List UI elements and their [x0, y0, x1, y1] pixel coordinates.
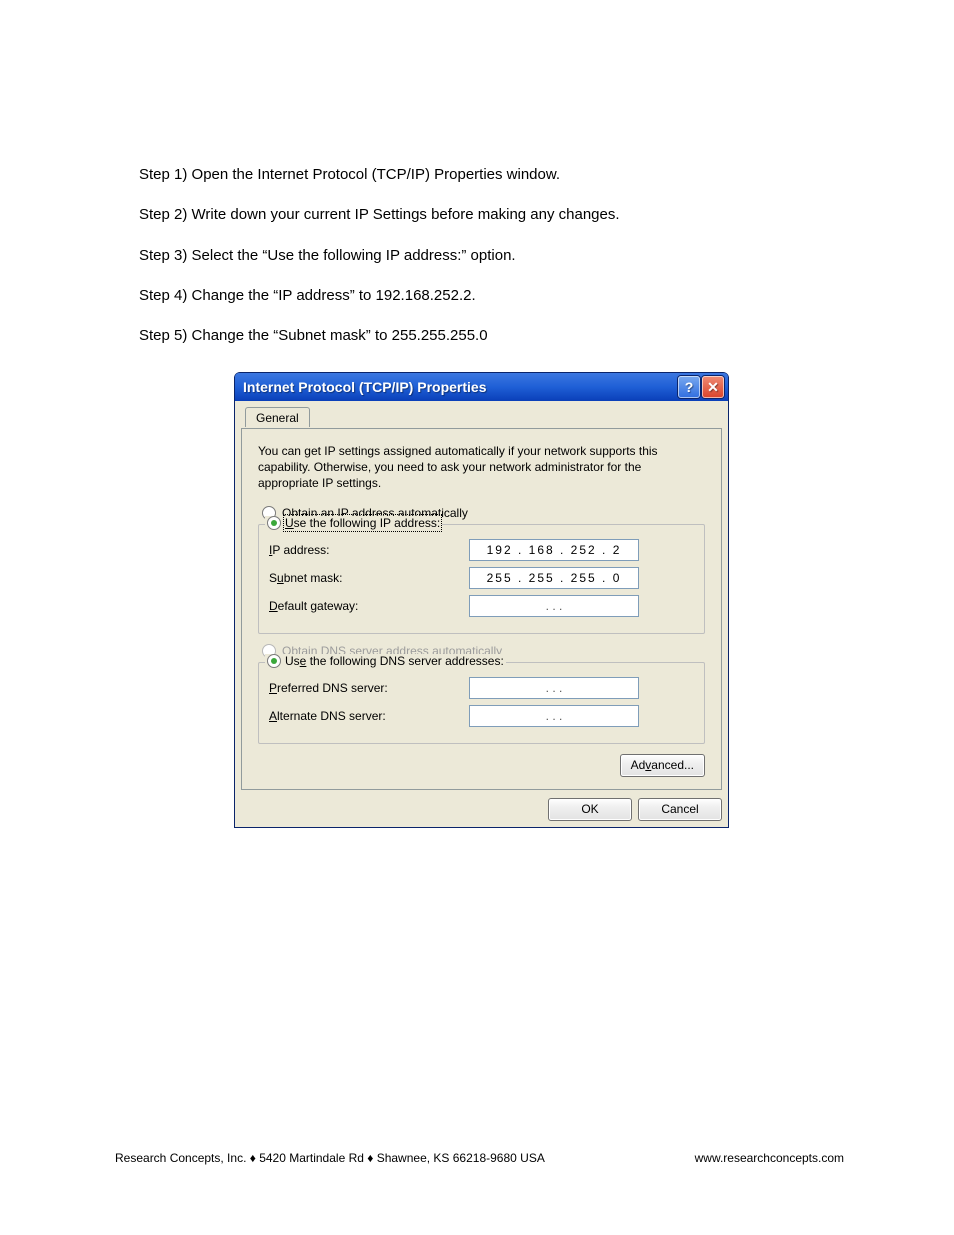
ip-address-input[interactable]: 192 . 168 . 252 . 2 [469, 539, 639, 561]
radio-use-following-dns-label: Use the following DNS server addresses: [285, 654, 504, 668]
help-icon[interactable]: ? [678, 376, 700, 398]
subnet-mask-input[interactable]: 255 . 255 . 255 . 0 [469, 567, 639, 589]
tcpip-properties-dialog: Internet Protocol (TCP/IP) Properties ? … [234, 372, 729, 828]
step-4: Step 4) Change the “IP address” to 192.1… [139, 286, 854, 306]
dialog-description: You can get IP settings assigned automat… [258, 443, 705, 492]
ip-address-group: Use the following IP address: IP address… [258, 524, 705, 634]
ip-address-label: IP address: [269, 543, 469, 557]
footer-address: Research Concepts, Inc. ♦ 5420 Martindal… [115, 1151, 545, 1165]
radio-use-following-dns[interactable] [267, 654, 281, 668]
alternate-dns-input[interactable]: . . . [469, 705, 639, 727]
page-footer: Research Concepts, Inc. ♦ 5420 Martindal… [115, 1151, 844, 1165]
advanced-button[interactable]: Advanced... [620, 754, 705, 777]
default-gateway-input[interactable]: . . . [469, 595, 639, 617]
ok-button[interactable]: OK [548, 798, 632, 821]
step-3: Step 3) Select the “Use the following IP… [139, 246, 854, 266]
alternate-dns-label: Alternate DNS server: [269, 709, 469, 723]
step-1: Step 1) Open the Internet Protocol (TCP/… [139, 165, 854, 185]
footer-url: www.researchconcepts.com [695, 1151, 844, 1165]
dns-group: Use the following DNS server addresses: … [258, 662, 705, 744]
default-gateway-label: Default gateway: [269, 599, 469, 613]
radio-use-following-ip-label: Use the following IP address: [285, 516, 440, 530]
preferred-dns-label: Preferred DNS server: [269, 681, 469, 695]
cancel-button[interactable]: Cancel [638, 798, 722, 821]
radio-use-following-ip[interactable] [267, 516, 281, 530]
step-5: Step 5) Change the “Subnet mask” to 255.… [139, 326, 854, 346]
subnet-mask-label: Subnet mask: [269, 571, 469, 585]
tab-general[interactable]: General [245, 407, 310, 427]
step-2: Step 2) Write down your current IP Setti… [139, 205, 854, 225]
close-icon[interactable]: ✕ [702, 376, 724, 398]
title-bar[interactable]: Internet Protocol (TCP/IP) Properties ? … [235, 373, 728, 401]
instruction-block: Step 1) Open the Internet Protocol (TCP/… [139, 165, 854, 366]
window-title: Internet Protocol (TCP/IP) Properties [243, 379, 486, 395]
preferred-dns-input[interactable]: . . . [469, 677, 639, 699]
